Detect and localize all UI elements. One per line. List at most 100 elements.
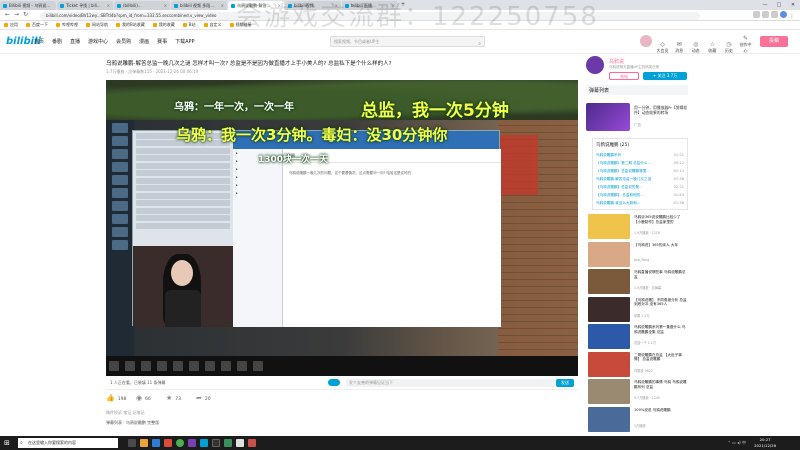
recommended-title[interactable]: 【乌鸦说】365的亲人 大年 xyxy=(634,243,688,248)
bookmark-item[interactable]: 我的收藏 xyxy=(152,22,175,28)
playlist-item[interactable]: 05:12 《乌鸦说雕鹏》第二期 总监什么... xyxy=(593,159,687,167)
app-icon[interactable] xyxy=(224,439,232,447)
app-icon[interactable] xyxy=(212,439,220,447)
nav-item[interactable]: 会员购 xyxy=(116,38,131,45)
uploader-name[interactable]: 乌鸦说 xyxy=(609,58,624,65)
extension-icon[interactable] xyxy=(771,11,778,18)
bookmark-item[interactable]: 百度一下 xyxy=(26,22,48,28)
nav-item[interactable]: 漫画 xyxy=(139,38,149,45)
task-view-icon[interactable] xyxy=(128,439,136,447)
app-icon[interactable] xyxy=(248,439,256,447)
os-search-input[interactable]: ⌕ 在这里输入你要搜索的内容 xyxy=(18,438,118,448)
playlist-item[interactable]: 01:13 《乌鸦说雕鹏》总监说雕鹏哪里... xyxy=(593,167,687,175)
recommended-thumbnail[interactable] xyxy=(588,379,630,404)
bookmark-item[interactable]: 应用 xyxy=(4,22,18,28)
vip-icon[interactable]: ◇ 大会员 xyxy=(655,41,670,54)
nav-item[interactable]: 直播 xyxy=(70,38,80,45)
danmaku-toggle[interactable] xyxy=(328,379,340,386)
recommended-thumbnail[interactable] xyxy=(588,214,630,239)
favorite-button[interactable]: ★ 73 xyxy=(166,394,181,402)
app-icon[interactable] xyxy=(152,439,160,447)
tab-close-icon[interactable]: × xyxy=(164,1,167,10)
bookmark-item[interactable]: 我的B站收藏 xyxy=(116,22,145,28)
recommended-thumbnail[interactable] xyxy=(588,406,630,432)
app-icon[interactable] xyxy=(200,439,208,447)
file-explorer-icon[interactable] xyxy=(140,439,148,447)
nav-item[interactable]: 赛事 xyxy=(157,38,167,45)
recommended-video[interactable]: 【乌鸦说】365的亲人 大年 Ayb_Pang xyxy=(588,241,688,268)
recommended-video[interactable]: 乌鸦直播说哪些事 乌鸦说雕鹏总监 1.9万播放 · 总弹幕 xyxy=(588,269,688,295)
recommended-title[interactable]: 【乌鸦说雕】 不同角度分析 总监到底对冲 没有365人 xyxy=(634,298,688,307)
profile-icon[interactable] xyxy=(780,11,787,18)
chrome-icon[interactable] xyxy=(176,439,184,447)
nav-item[interactable]: 下载APP xyxy=(175,38,194,45)
recommended-thumbnail[interactable] xyxy=(588,269,630,294)
send-danmaku-button[interactable]: 发送 xyxy=(556,379,574,387)
bookmark-item[interactable]: 哔哩哔哩 xyxy=(56,22,78,28)
recommended-video[interactable]: 【乌鸦说雕】 不同角度分析 总监到底对冲 没有365人 苹果 1.2万 xyxy=(588,296,688,323)
upload-button[interactable]: 投稿 xyxy=(760,36,788,47)
bookmark-item[interactable]: 网站导航 xyxy=(86,22,108,28)
danmaku-list-header[interactable]: 弹幕列表 xyxy=(586,85,688,95)
recommended-video[interactable]: 乌鸦说雕鹏系列第一集做什么 乌鸦说雕鹏全集 总监 总结一下 1.1万 xyxy=(588,324,688,350)
uploader-avatar[interactable] xyxy=(586,56,604,74)
report-links[interactable]: 稿件投诉 笔记 记笔记 xyxy=(106,410,145,416)
recommended-thumbnail[interactable] xyxy=(588,351,630,377)
recommended-video[interactable]: 乌鸦说雕鹏的事情 乌鸦 乌鸦说雕鹏系列 总监 9.7万播放 · 1245 xyxy=(588,379,688,405)
extension-icon[interactable] xyxy=(762,11,769,18)
recommended-thumbnail[interactable] xyxy=(588,324,630,349)
charge-button[interactable]: 充电 xyxy=(609,72,639,80)
tab-close-icon[interactable]: × xyxy=(107,1,110,10)
user-avatar[interactable] xyxy=(640,35,652,47)
playlist-item[interactable]: 01:21 乌鸦说雕鹏系列 xyxy=(593,151,687,159)
site-search-input[interactable]: 搜索视频、节目或者UP主 ⌕ xyxy=(330,36,485,47)
tab-close-icon[interactable]: × xyxy=(221,1,224,10)
history-icon[interactable]: ◷ 历史 xyxy=(721,41,736,54)
reload-icon[interactable]: ↻ xyxy=(21,11,30,18)
recommended-title[interactable]: 乌鸦说雕鹏的事情 乌鸦 乌鸦说雕鹏系列 总监 xyxy=(634,380,688,389)
recommended-video[interactable]: 100%说说 乌鸦说雕鹏 1万播放 xyxy=(588,406,688,433)
browser-tab[interactable]: Ticket 寻找 | bili... × xyxy=(57,1,113,10)
recommended-title[interactable]: 100%说说 乌鸦说雕鹏 xyxy=(634,408,688,413)
app-icon[interactable] xyxy=(164,439,172,447)
recommended-title[interactable]: 乌鸦直播说哪些事 乌鸦说雕鹏总监 xyxy=(634,270,688,279)
nav-item[interactable]: 番剧 xyxy=(52,38,62,45)
ad-card[interactable]: 用一分钟，用播放器Pr【剪辑软件】动态效果的转场 广告 xyxy=(586,103,688,133)
close-window-button[interactable]: ✕ xyxy=(786,0,800,10)
back-arrow-icon[interactable]: ← xyxy=(3,11,12,18)
like-button[interactable]: 👍 198 xyxy=(106,394,126,402)
bookmark-item[interactable]: 自定义 xyxy=(203,22,222,28)
system-tray[interactable]: ⌃ ▭ ◂) 中 xyxy=(727,440,746,446)
danmaku-input[interactable]: 发个友善的弹幕见证当下 xyxy=(346,379,556,387)
clock[interactable]: 20:27 2021/12/26 xyxy=(754,437,776,448)
bookmark-item[interactable]: B站 xyxy=(182,22,196,28)
windows-start-icon[interactable]: ⊞ xyxy=(4,439,10,447)
maximize-button[interactable]: □ xyxy=(772,0,786,10)
recommended-thumbnail[interactable] xyxy=(588,241,630,267)
message-icon[interactable]: ✉ 消息 xyxy=(672,41,687,54)
playlist-item[interactable]: 01:44 【乌鸦说雕鹏】 总监和他的... xyxy=(593,191,687,199)
recommended-title[interactable]: 乌鸦说雕鹏系列第一集做什么 乌鸦说雕鹏全集 总监 xyxy=(634,325,688,334)
playlist-item[interactable]: 01:36 乌鸦说雕鹏-谁这么大胆和... xyxy=(593,199,687,207)
creator-icon[interactable]: ✎ 创作中心 xyxy=(738,35,753,54)
recommended-title[interactable]: 乌鸦谈365说说雕鹏比较少了 【小鹿制作】总监家里的 xyxy=(634,215,688,224)
browser-tab[interactable]: (bilibili)... × xyxy=(114,1,170,10)
share-button[interactable]: ➦ 20 xyxy=(196,394,211,402)
favorite-icon[interactable]: ☆ 收藏 xyxy=(705,41,720,54)
browser-tab[interactable]: Bilibili 视频 - 乌鸦说...× xyxy=(0,1,56,10)
extension-icon[interactable] xyxy=(753,11,760,18)
recommended-title[interactable]: 二哥说雕鹏在总监 【大肚子事情】 总监说雕鹏 xyxy=(634,353,688,362)
nav-item[interactable]: 游戏中心 xyxy=(88,38,108,45)
playlist-item[interactable]: 07:36 乌鸦说雕鹏-解答总监一晚几次之谜 xyxy=(593,175,687,183)
dynamic-icon[interactable]: ◎ 动态 xyxy=(688,41,703,54)
follow-button[interactable]: + 关注 3.7万 xyxy=(643,72,687,80)
recommended-video[interactable]: 二哥说雕鹏在总监 【大肚子事情】 总监说雕鹏 乌鸦说 9822 xyxy=(588,351,688,378)
forward-arrow-icon[interactable]: → xyxy=(12,11,21,18)
nav-item[interactable]: 首页 xyxy=(34,38,44,45)
minimize-button[interactable]: — xyxy=(758,0,772,10)
playlist-item[interactable]: 02:21 【乌鸦说雕鹏】总监说的是... xyxy=(593,183,687,191)
coin-button[interactable]: ◉ 66 xyxy=(136,394,151,402)
app-icon[interactable] xyxy=(188,439,196,447)
video-player[interactable]: ▸ ▸ ▸ ▸ ▸ ▸ 乌鸦 乌鸦说雕鹏一晚几次的问题，这个要看情况，这点需要问… xyxy=(106,80,578,376)
recommended-video[interactable]: 乌鸦谈365说说雕鹏比较少了 【小鹿制作】总监家里的 1.9万播放 · 1216 xyxy=(588,214,688,240)
